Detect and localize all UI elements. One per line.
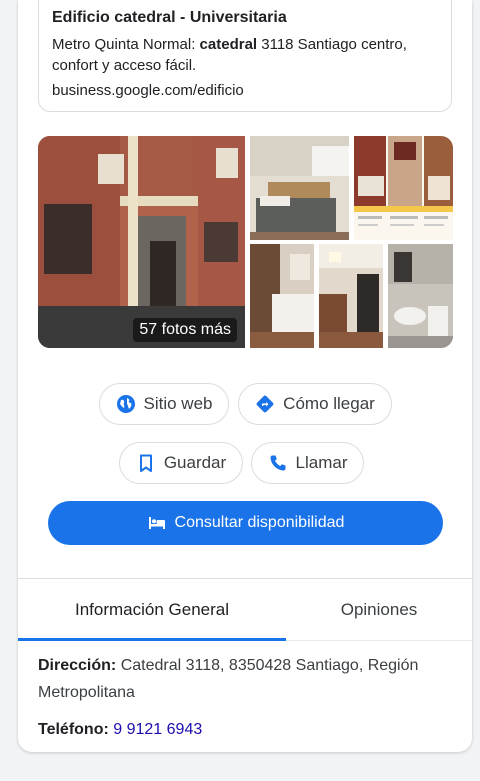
address-label: Dirección: xyxy=(38,657,117,674)
directions-icon xyxy=(256,395,274,413)
check-availability-label: Consultar disponibilidad xyxy=(174,514,345,531)
bed-icon xyxy=(148,517,165,529)
phone-row: Teléfono: 9 9121 6943 xyxy=(38,716,458,743)
more-photos-label[interactable]: 57 fotos más xyxy=(133,318,237,342)
ad-title[interactable]: Edificio catedral - Universitaria xyxy=(52,8,437,28)
business-card: Edificio catedral - Universitaria Metro … xyxy=(18,0,472,752)
globe-icon xyxy=(116,395,135,413)
check-availability-button[interactable]: Consultar disponibilidad xyxy=(48,501,443,545)
tab-reviews[interactable]: Opiniones xyxy=(286,579,472,641)
ad-result[interactable]: Edificio catedral - Universitaria Metro … xyxy=(38,0,452,112)
directions-button[interactable]: Cómo llegar xyxy=(238,383,392,425)
call-label: Llamar xyxy=(295,453,348,472)
photo-gallery[interactable]: 57 fotos más xyxy=(38,136,453,348)
bookmark-icon xyxy=(139,454,152,472)
save-button[interactable]: Guardar xyxy=(119,442,243,484)
photo-bathroom[interactable] xyxy=(388,244,453,348)
ad-desc-prefix: Metro Quinta Normal: xyxy=(52,36,200,53)
phone-icon xyxy=(270,455,286,471)
website-button[interactable]: Sitio web xyxy=(99,383,229,425)
photo-bedroom[interactable] xyxy=(250,136,349,240)
ad-desc-bold: catedral xyxy=(199,36,258,53)
directions-label: Cómo llegar xyxy=(283,394,375,413)
save-label: Guardar xyxy=(163,453,227,472)
phone-label: Teléfono: xyxy=(38,721,109,738)
tab-general-info[interactable]: Información General xyxy=(18,579,286,641)
ad-description: Metro Quinta Normal: catedral 3118 Santi… xyxy=(52,34,437,76)
photo-room-bed[interactable] xyxy=(250,244,314,348)
address-row: Dirección: Catedral 3118, 8350428 Santia… xyxy=(38,652,458,706)
photo-hallway[interactable] xyxy=(319,244,383,348)
phone-link[interactable]: 9 9121 6943 xyxy=(113,721,202,738)
call-button[interactable]: Llamar xyxy=(251,442,364,484)
photo-collage[interactable] xyxy=(354,136,453,240)
active-tab-indicator xyxy=(18,638,286,641)
tab-bar: Información General Opiniones xyxy=(18,579,472,641)
website-label: Sitio web xyxy=(143,394,213,413)
photo-building-exterior[interactable]: 57 fotos más xyxy=(38,136,245,348)
ad-url[interactable]: business.google.com/edificio xyxy=(52,81,437,101)
